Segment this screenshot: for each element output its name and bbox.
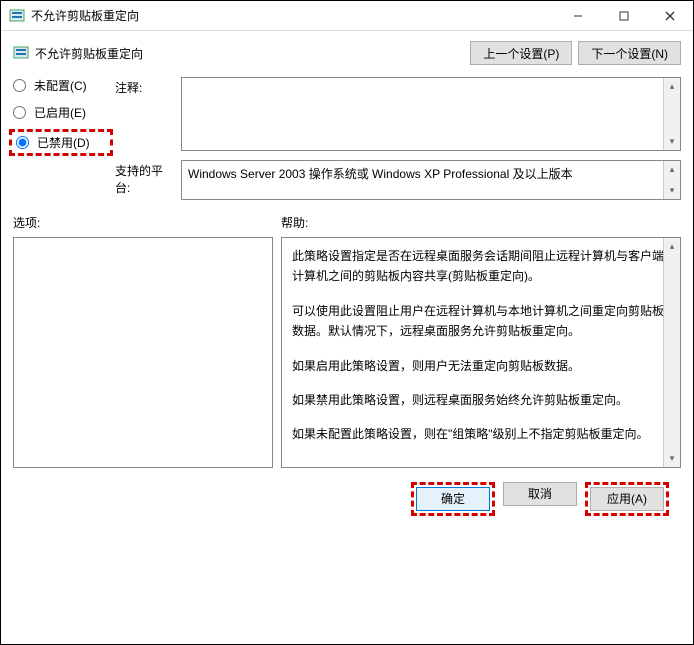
- comment-textbox[interactable]: ▴ ▾: [181, 77, 681, 151]
- radio-enabled[interactable]: 已启用(E): [13, 104, 109, 121]
- supported-label: 支持的平台:: [115, 160, 175, 196]
- apply-button[interactable]: 应用(A): [590, 487, 664, 511]
- highlight-apply: 应用(A): [585, 482, 669, 516]
- supported-textbox: Windows Server 2003 操作系统或 Windows XP Pro…: [181, 160, 681, 200]
- radio-not-configured[interactable]: 未配置(C): [13, 77, 109, 94]
- highlight-ok: 确定: [411, 482, 495, 516]
- radio-disabled-input[interactable]: [16, 136, 29, 149]
- help-panel: 此策略设置指定是否在远程桌面服务会话期间阻止远程计算机与客户端计算机之间的剪贴板…: [281, 237, 681, 468]
- help-paragraph: 可以使用此设置阻止用户在远程计算机与本地计算机之间重定向剪贴板数据。默认情况下，…: [292, 301, 670, 342]
- help-paragraph: 此策略设置指定是否在远程桌面服务会话期间阻止远程计算机与客户端计算机之间的剪贴板…: [292, 246, 670, 287]
- subtitle-text: 不允许剪贴板重定向: [35, 45, 143, 62]
- supported-value: Windows Server 2003 操作系统或 Windows XP Pro…: [188, 167, 573, 181]
- app-icon: [13, 45, 29, 61]
- options-panel: [13, 237, 273, 468]
- scroll-down-icon[interactable]: ▾: [664, 182, 680, 199]
- close-button[interactable]: [647, 1, 693, 31]
- dialog-footer: 确定 取消 应用(A): [13, 472, 681, 516]
- radio-not-configured-input[interactable]: [13, 79, 26, 92]
- scroll-up-icon[interactable]: ▴: [664, 161, 680, 178]
- previous-setting-button[interactable]: 上一个设置(P): [470, 41, 572, 65]
- help-paragraph: 如果未配置此策略设置，则在"组策略"级别上不指定剪贴板重定向。: [292, 424, 670, 444]
- radio-enabled-input[interactable]: [13, 106, 26, 119]
- cancel-button[interactable]: 取消: [503, 482, 577, 506]
- supported-scrollbar[interactable]: ▴ ▾: [663, 161, 680, 199]
- help-label: 帮助:: [281, 214, 681, 231]
- scroll-up-icon[interactable]: ▴: [664, 78, 680, 95]
- titlebar: 不允许剪贴板重定向: [1, 1, 693, 31]
- help-paragraph: 如果启用此策略设置，则用户无法重定向剪贴板数据。: [292, 356, 670, 376]
- help-paragraph: 如果禁用此策略设置，则远程桌面服务始终允许剪贴板重定向。: [292, 390, 670, 410]
- radio-disabled-label: 已禁用(D): [37, 134, 90, 151]
- radio-not-configured-label: 未配置(C): [34, 77, 87, 94]
- help-scrollbar[interactable]: ▴ ▾: [663, 238, 680, 467]
- comment-scrollbar[interactable]: ▴ ▾: [663, 78, 680, 150]
- scroll-up-icon[interactable]: ▴: [664, 238, 680, 255]
- scroll-down-icon[interactable]: ▾: [664, 450, 680, 467]
- maximize-button[interactable]: [601, 1, 647, 31]
- state-radios: 未配置(C) 已启用(E) 已禁用(D): [13, 77, 109, 154]
- options-label: 选项:: [13, 214, 273, 231]
- highlight-disabled: 已禁用(D): [9, 129, 113, 156]
- policy-subtitle: 不允许剪贴板重定向: [13, 45, 464, 62]
- radio-enabled-label: 已启用(E): [34, 104, 86, 121]
- next-setting-button[interactable]: 下一个设置(N): [578, 41, 681, 65]
- app-icon: [9, 8, 25, 24]
- minimize-button[interactable]: [555, 1, 601, 31]
- radio-disabled[interactable]: 已禁用(D): [16, 134, 90, 151]
- window-title: 不允许剪贴板重定向: [31, 7, 555, 24]
- scroll-down-icon[interactable]: ▾: [664, 133, 680, 150]
- ok-button[interactable]: 确定: [416, 487, 490, 511]
- comment-label: 注释:: [115, 77, 175, 96]
